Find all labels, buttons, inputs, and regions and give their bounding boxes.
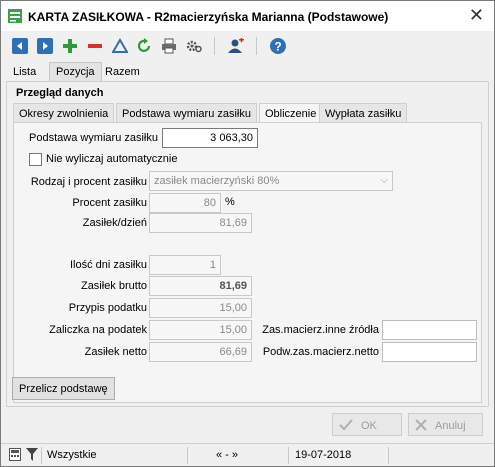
window-title: KARTA ZASIŁKOWA - R2macierzyńska Mariann… [28,10,389,24]
chevron-down-icon: ⌵ [380,175,388,186]
filter-icon[interactable] [26,448,38,464]
auto-calc-label: Nie wyliczaj automatycznie [46,153,178,165]
add-icon[interactable] [61,37,79,55]
ok-button[interactable]: OK [332,413,402,436]
filter-value[interactable]: Wszystkie [47,449,97,461]
title-bar: KARTA ZASIŁKOWA - R2macierzyńska Mariann… [1,1,494,31]
status-date: 19-07-2018 [295,449,352,461]
close-icon [415,419,427,434]
calculator-icon[interactable] [9,448,21,464]
zasilek-dzien-label: Zasiłek/dzień [82,217,147,229]
status-bar: Wszystkie « - » 19-07-2018 [1,443,494,466]
auto-calc-checkbox[interactable] [29,153,42,166]
tab-obliczenie[interactable]: Obliczenie [259,103,323,123]
ok-label: OK [361,420,377,432]
rodzaj-value: zasiłek macierzyński 80% [154,175,280,187]
netto-field[interactable]: 66,69 [149,342,252,362]
tab-okresy-zwolnienia[interactable]: Okresy zwolnienia [13,103,115,123]
rodzaj-dropdown[interactable]: zasiłek macierzyński 80% ⌵ [149,171,393,191]
ilosc-dni-field[interactable]: 1 [149,255,221,275]
procent-unit: % [225,196,235,208]
refresh-icon[interactable] [135,37,153,55]
dialog-window: KARTA ZASIŁKOWA - R2macierzyńska Mariann… [0,0,495,467]
statusbar-separator [41,447,42,464]
brutto-field[interactable]: 81,69 [149,276,252,296]
checkmark-icon [339,419,353,434]
podstawa-field[interactable]: 3 063,30 [162,128,258,148]
data-panel: Przegląd danych Okresy zwolnienia Podsta… [6,81,489,407]
podstawa-label: Podstawa wymiaru zasiłku [29,132,158,144]
statusbar-separator [187,447,188,464]
inne-zrodla-label: Zas.macierz.inne źródła [262,324,379,336]
cancel-label: Anuluj [435,420,466,432]
przypis-label: Przypis podatku [68,302,147,314]
statusbar-separator [288,447,289,464]
zaliczka-label: Zaliczka na podatek [49,324,147,336]
help-icon[interactable]: ? [269,37,287,55]
user-add-icon[interactable] [227,37,245,55]
podw-netto-field[interactable] [382,342,477,362]
toolbar: ? [1,31,494,61]
ilosc-dni-label: Ilość dni zasiłku [69,259,147,271]
tab-razem[interactable]: Razem [99,63,146,82]
rodzaj-label: Rodzaj i procent zasiłku [30,176,147,188]
inne-zrodla-field[interactable] [382,320,477,340]
settings-icon[interactable] [185,37,203,55]
arrow-right-icon[interactable] [36,37,54,55]
tab-pozycja[interactable]: Pozycja [49,62,102,82]
zaliczka-field[interactable]: 15,00 [149,320,252,340]
svg-text:?: ? [274,40,281,54]
record-nav[interactable]: « - » [216,449,238,461]
tab-lista[interactable]: Lista [7,63,42,82]
delete-icon[interactable] [86,37,104,55]
close-icon[interactable]: ✕ [469,5,484,26]
warning-icon[interactable] [111,37,129,55]
section-title: Przegląd danych [16,87,104,99]
toolbar-separator [256,37,257,55]
procent-label: Procent zasiłku [72,197,147,209]
statusbar-separator [388,447,389,464]
arrow-left-icon[interactable] [11,37,29,55]
tab-wyplata-zasilku[interactable]: Wypłata zasiłku [319,103,408,123]
zasilek-dzien-field[interactable]: 81,69 [149,213,252,233]
przypis-field[interactable]: 15,00 [149,298,252,318]
print-icon[interactable] [160,37,178,55]
podw-netto-label: Podw.zas.macierz.netto [262,346,379,358]
app-icon [8,9,22,23]
tab-podstawa-wymiaru[interactable]: Podstawa wymiaru zasiłku [116,103,257,123]
netto-label: Zasiłek netto [84,346,147,358]
przelicz-podstawe-button[interactable]: Przelicz podstawę [12,377,115,400]
obliczenie-form: Podstawa wymiaru zasiłku 3 063,30 Nie wy… [13,122,482,403]
brutto-label: Zasiłek brutto [80,280,147,292]
procent-field[interactable]: 80 [149,193,221,213]
cancel-button[interactable]: Anuluj [408,413,483,436]
toolbar-separator [214,37,215,55]
